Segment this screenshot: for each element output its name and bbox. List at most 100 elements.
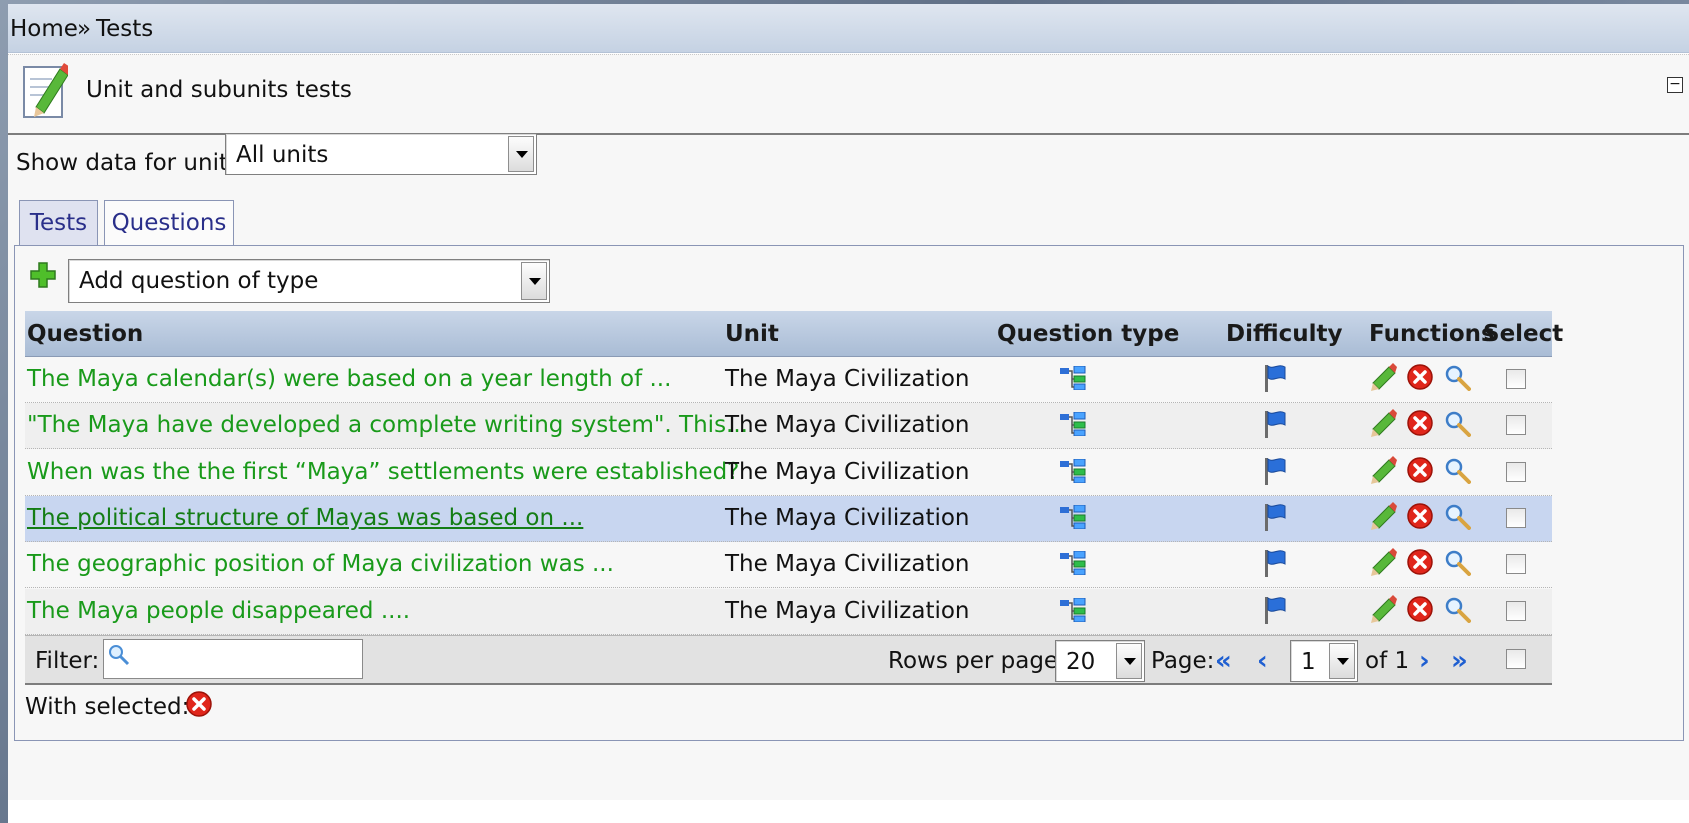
flag-icon	[1265, 411, 1286, 439]
unit-cell: The Maya Civilization	[725, 458, 970, 485]
question-link[interactable]: When was the the first “Maya” settlement…	[27, 459, 739, 485]
question-link[interactable]: The political structure of Mayas was bas…	[27, 505, 583, 531]
first-page-icon[interactable]: «	[1215, 648, 1232, 674]
next-page-icon[interactable]: ›	[1419, 648, 1430, 674]
table-row[interactable]: The geographic position of Maya civiliza…	[25, 542, 1552, 589]
page-label: Page:	[1151, 648, 1215, 674]
delete-icon[interactable]	[1406, 595, 1434, 623]
rows-per-page-select[interactable]: 20	[1055, 640, 1145, 682]
unit-select[interactable]: All units	[225, 133, 537, 175]
rows-per-page-label: Rows per page:	[888, 648, 1066, 674]
column-difficulty[interactable]: Difficulty	[1226, 321, 1343, 347]
select-all-checkbox[interactable]	[1506, 649, 1526, 669]
row-select-checkbox[interactable]	[1506, 461, 1526, 482]
add-question-select[interactable]: Add question of type	[68, 259, 550, 303]
filter-input[interactable]	[132, 646, 356, 674]
question-link[interactable]: The geographic position of Maya civiliza…	[27, 551, 614, 577]
tree-structure-icon	[1060, 412, 1086, 437]
question-link[interactable]: "The Maya have developed a complete writ…	[27, 412, 748, 438]
delete-icon[interactable]	[185, 690, 213, 718]
question-link[interactable]: The Maya calendar(s) were based on a yea…	[27, 366, 671, 392]
breadcrumb-home[interactable]: Home	[10, 16, 78, 42]
plus-icon[interactable]	[30, 262, 56, 288]
row-select-checkbox[interactable]	[1506, 415, 1526, 436]
delete-icon[interactable]	[1406, 409, 1434, 437]
tree-structure-icon	[1060, 597, 1086, 622]
tab-tests[interactable]: Tests	[19, 200, 98, 246]
prev-page-icon[interactable]: ‹	[1257, 648, 1268, 674]
chevron-down-icon[interactable]	[1329, 643, 1355, 679]
panel-header: Unit and subunits tests −	[8, 55, 1689, 135]
flag-icon	[1265, 365, 1286, 392]
unit-cell: The Maya Civilization	[725, 504, 970, 531]
page-count-label: of 1	[1365, 648, 1410, 674]
table-header: Question Unit Question type Difficulty F…	[25, 311, 1563, 357]
breadcrumb-separator: »	[77, 16, 92, 42]
last-page-icon[interactable]: »	[1451, 648, 1468, 674]
panel-title: Unit and subunits tests	[86, 77, 352, 103]
tree-structure-icon	[1060, 366, 1086, 390]
row-select-checkbox[interactable]	[1506, 369, 1526, 389]
tab-questions[interactable]: Questions	[104, 200, 234, 248]
chevron-down-icon[interactable]	[521, 262, 547, 300]
question-link[interactable]: The Maya people disappeared ....	[27, 598, 410, 624]
table-row[interactable]: The Maya people disappeared .... The Maya…	[25, 588, 1552, 635]
rows-per-page-value: 20	[1066, 649, 1096, 675]
table-row[interactable]: The Maya calendar(s) were based on a yea…	[25, 357, 1552, 403]
with-selected-label: With selected:	[25, 694, 190, 720]
unit-cell: The Maya Civilization	[725, 551, 970, 578]
column-select: Select	[1483, 321, 1564, 347]
pencil-icon[interactable]	[1369, 501, 1397, 530]
delete-icon[interactable]	[1406, 502, 1434, 530]
row-select-checkbox[interactable]	[1506, 600, 1526, 621]
unit-cell: The Maya Civilization	[725, 366, 970, 392]
flag-icon	[1265, 596, 1286, 624]
table-row[interactable]: The political structure of Mayas was bas…	[25, 495, 1552, 542]
tree-structure-icon	[1060, 551, 1086, 576]
collapse-button[interactable]: −	[1667, 77, 1683, 93]
magnifier-icon[interactable]	[1443, 502, 1471, 530]
column-question[interactable]: Question	[27, 321, 143, 347]
add-question-value: Add question of type	[79, 268, 319, 294]
unit-cell: The Maya Civilization	[725, 412, 970, 439]
tree-structure-icon	[1060, 504, 1086, 529]
delete-icon[interactable]	[1406, 456, 1434, 484]
document-edit-icon	[23, 63, 68, 118]
page-select[interactable]: 1	[1290, 640, 1358, 682]
row-select-checkbox[interactable]	[1506, 554, 1526, 575]
magnifier-icon[interactable]	[1443, 456, 1471, 484]
column-functions: Functions	[1369, 321, 1495, 347]
delete-icon[interactable]	[1406, 363, 1434, 391]
column-question-type[interactable]: Question type	[997, 321, 1179, 347]
magnifier-icon[interactable]	[1443, 595, 1471, 623]
flag-icon	[1265, 457, 1286, 485]
magnifier-icon[interactable]	[1443, 409, 1471, 438]
chevron-down-icon[interactable]	[1116, 643, 1142, 679]
tree-structure-icon	[1060, 458, 1086, 483]
unit-cell: The Maya Civilization	[725, 597, 970, 624]
with-selected-row: With selected:	[25, 691, 212, 720]
table-row[interactable]: When was the the first “Maya” settlement…	[25, 450, 1552, 496]
unit-select-value: All units	[236, 142, 329, 168]
flag-icon	[1265, 550, 1286, 578]
column-unit[interactable]: Unit	[725, 321, 779, 347]
table-footer: Filter: Rows per page: 20 Page: « ‹ 1 of…	[25, 635, 1552, 685]
breadcrumb-current[interactable]: Tests	[96, 16, 153, 42]
chevron-down-icon[interactable]	[508, 136, 534, 172]
pencil-icon[interactable]	[1369, 455, 1397, 484]
breadcrumb: Home » Tests	[8, 4, 1689, 53]
pencil-icon[interactable]	[1369, 409, 1397, 438]
unit-filter-row: Show data for unit:	[16, 150, 236, 176]
row-select-checkbox[interactable]	[1506, 507, 1526, 528]
table-row[interactable]: "The Maya have developed a complete writ…	[25, 403, 1552, 450]
magnifier-icon[interactable]	[1443, 548, 1471, 577]
filter-label: Filter:	[35, 648, 100, 674]
pencil-icon[interactable]	[1369, 363, 1397, 391]
delete-icon[interactable]	[1406, 548, 1434, 576]
magnifier-icon[interactable]	[1443, 363, 1471, 391]
filter-field[interactable]	[103, 639, 363, 679]
pencil-icon[interactable]	[1369, 594, 1397, 623]
search-icon	[109, 645, 130, 666]
unit-filter-label: Show data for unit:	[16, 150, 236, 176]
pencil-icon[interactable]	[1369, 548, 1397, 577]
